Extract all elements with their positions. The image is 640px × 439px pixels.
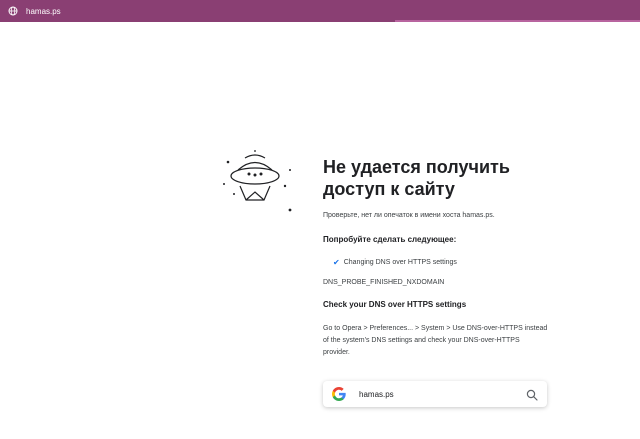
suggestions-heading: Попробуйте сделать следующее: <box>323 235 457 244</box>
dns-instructions: Go to Opera > Preferences... > System > … <box>323 325 548 356</box>
check-icon: ✔ <box>333 258 340 267</box>
suggestion-label: Changing DNS over HTTPS settings <box>343 259 457 266</box>
dns-heading: Check your DNS over HTTPS settings <box>323 300 467 309</box>
suggestion-item[interactable]: ✔ Changing DNS over HTTPS settings <box>333 258 563 267</box>
error-hint: Проверьте, нет ли опечаток в имени хоста… <box>323 212 495 219</box>
ufo-illustration-icon <box>220 150 298 222</box>
google-icon <box>332 387 346 401</box>
url-text: hamas.ps <box>26 6 61 16</box>
search-box[interactable]: hamas.ps <box>323 381 547 407</box>
search-icon[interactable] <box>526 388 538 401</box>
url-field[interactable]: hamas.ps <box>8 3 61 19</box>
search-input[interactable]: hamas.ps <box>359 390 526 399</box>
browser-top-bar: hamas.ps <box>0 0 640 22</box>
error-code: DNS_PROBE_FINISHED_NXDOMAIN <box>323 279 445 286</box>
error-title: Не удается получить доступ к сайту <box>323 157 510 199</box>
globe-icon <box>8 6 18 16</box>
error-content: Не удается получить доступ к сайту Прове… <box>323 156 563 359</box>
